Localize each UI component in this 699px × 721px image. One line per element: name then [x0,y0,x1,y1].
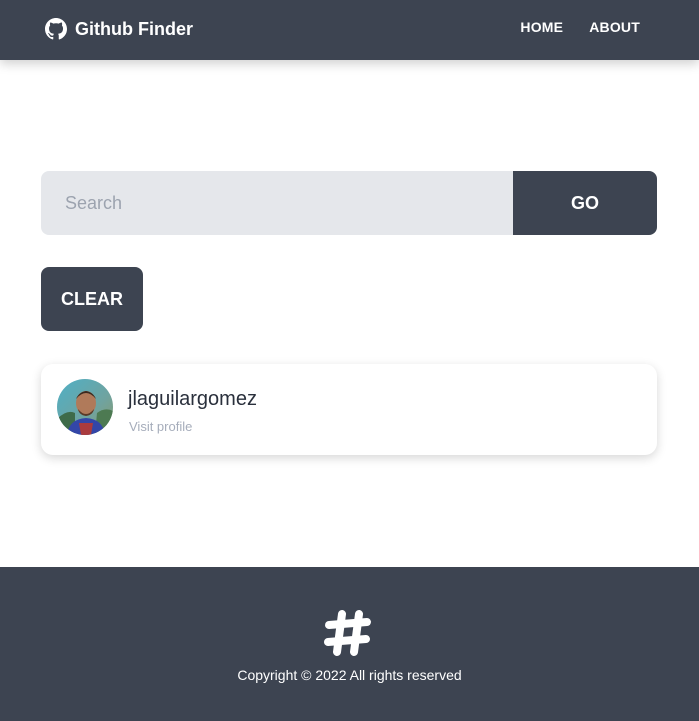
nav-link-home[interactable]: HOME [520,19,563,35]
footer: Copyright © 2022 All rights reserved [0,567,699,721]
user-card: jlaguilargomez Visit profile [41,364,657,455]
github-icon [45,18,67,40]
go-button[interactable]: GO [513,171,657,235]
search-input[interactable] [41,171,513,235]
copyright: Copyright © 2022 All rights reserved [237,667,462,683]
visit-profile-link[interactable]: Visit profile [129,419,192,434]
brand-title: Github Finder [75,18,193,39]
hashtag-icon [322,607,374,659]
nav-links: HOME ABOUT [520,19,640,35]
brand[interactable]: Github Finder [45,16,193,42]
avatar [57,379,113,435]
user-login: jlaguilargomez [128,388,257,410]
nav-link-about[interactable]: ABOUT [589,19,640,35]
search-form: GO [41,171,657,235]
navbar: Github Finder HOME ABOUT [0,0,699,60]
clear-button[interactable]: CLEAR [41,267,143,331]
